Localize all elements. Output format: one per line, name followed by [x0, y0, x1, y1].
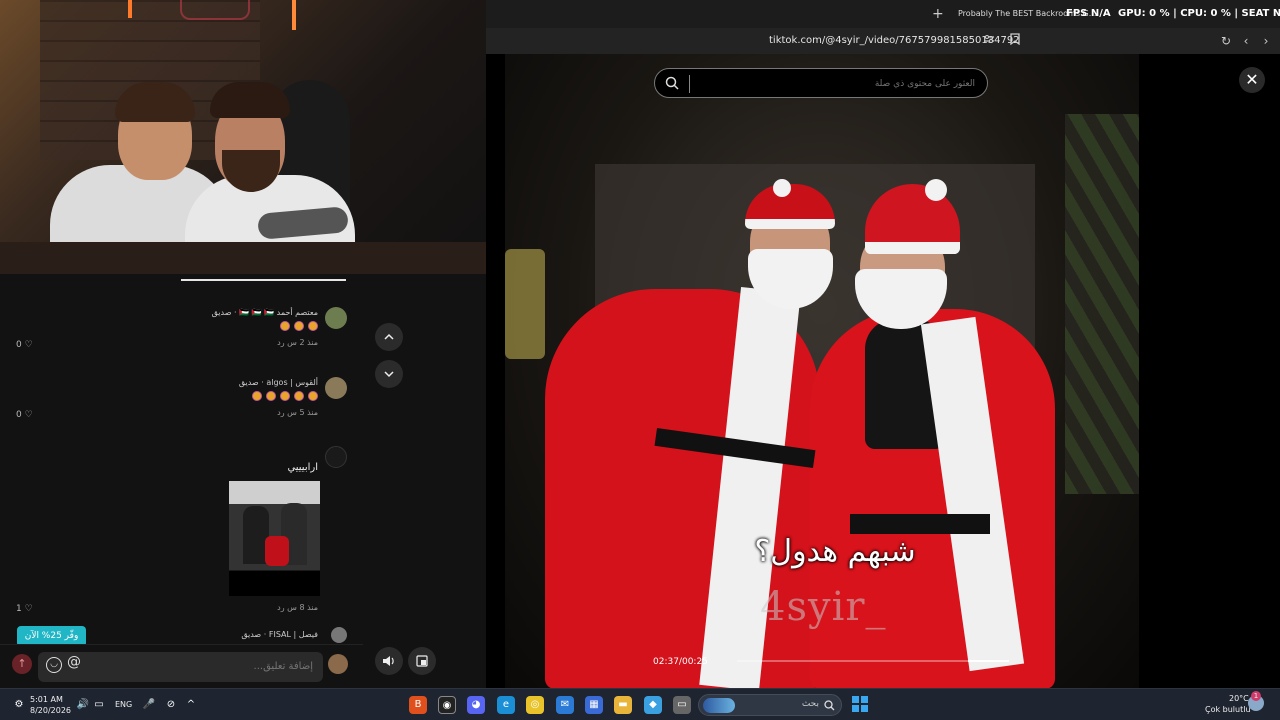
clock-date[interactable]: 8/20/2026 [30, 706, 71, 715]
weather-temp[interactable]: 20°C [1229, 694, 1249, 703]
avatar[interactable] [325, 446, 347, 468]
discord-icon[interactable]: ◕ [467, 696, 485, 714]
close-icon[interactable]: ✕ [1239, 67, 1265, 93]
edge-icon[interactable]: e [497, 696, 515, 714]
tab-underline [181, 279, 346, 281]
reload-icon[interactable]: ↻ [1218, 33, 1234, 49]
search-icon[interactable] [665, 76, 679, 90]
notification-badge[interactable]: 1 [1251, 691, 1261, 701]
picture-in-picture-icon[interactable] [408, 647, 436, 675]
taskbar: ⚙ 5:01 AM 8/20/2026 🔊 ▭ ENG 🎤 ⊘ ^ B ◉ ◕ … [0, 688, 1280, 720]
weather-desc[interactable]: Çok bulutlu [1205, 705, 1251, 714]
bookmark-icon[interactable] [1007, 33, 1023, 49]
network-icon[interactable]: ▭ [90, 696, 108, 714]
comment-author[interactable]: ألقوس | algos · صديق [239, 378, 318, 387]
app-icon[interactable]: ◉ [438, 696, 456, 714]
microphone-icon[interactable]: 🎤 [140, 696, 158, 714]
emoji-icon[interactable]: ◡ [46, 657, 62, 673]
video-watermark: 4syir_ [760, 584, 887, 630]
video-progress-fill [968, 660, 1009, 662]
video-caption: شبهم هدول؟ [754, 534, 916, 569]
settings-icon[interactable]: ⚙ [10, 696, 28, 714]
comment-input-bar: ↑ ◡ @ [0, 644, 363, 688]
fps-counter: FPS N/A [1066, 8, 1111, 19]
mail-icon[interactable]: ✉ [556, 696, 574, 714]
store-icon[interactable]: ▦ [585, 696, 603, 714]
mention-icon[interactable]: @ [67, 654, 81, 670]
brave-icon[interactable]: B [409, 696, 427, 714]
video-nav-column [363, 274, 486, 688]
clock-time[interactable]: 5:01 AM [30, 695, 63, 704]
comment-text [276, 321, 318, 332]
chevron-up-icon[interactable]: ^ [182, 696, 200, 714]
taskbar-search[interactable]: بحث [698, 694, 842, 716]
forward-icon[interactable]: › [1258, 33, 1274, 49]
wifi-off-icon[interactable]: ⊘ [162, 696, 180, 714]
comment-likes[interactable]: 0 ♡ [16, 410, 33, 420]
send-icon[interactable]: ↑ [12, 654, 32, 674]
back-icon[interactable]: ‹ [1238, 33, 1254, 49]
gpu-cpu-readout: GPU: 0 % | CPU: 0 % | SEAT N/A [1118, 8, 1280, 19]
address-bar: tiktok.com/@4syir_/video/767579981585013… [486, 28, 1280, 54]
chevron-down-icon[interactable] [375, 360, 403, 388]
comment-meta[interactable]: منذ 5 س رد [277, 408, 318, 417]
video-progress-bar[interactable] [737, 660, 1009, 662]
comment-meta[interactable]: منذ 2 س رد [277, 338, 318, 347]
chevron-up-icon[interactable] [375, 323, 403, 351]
language-indicator[interactable]: ENG [115, 700, 132, 709]
volume-icon[interactable] [375, 647, 403, 675]
chrome-icon[interactable]: ◎ [526, 696, 544, 714]
app-icon[interactable]: ▭ [673, 696, 691, 714]
video-frame[interactable]: شبهم هدول؟ 4syir_ 02:37/00:25 [505, 54, 1139, 688]
comment-likes[interactable]: 1 ♡ [16, 604, 33, 614]
windows-start-icon[interactable] [851, 696, 869, 714]
tiktok-search-box[interactable] [654, 68, 988, 98]
new-tab-button[interactable]: + [932, 6, 944, 22]
folder-icon[interactable]: ▬ [614, 696, 632, 714]
comment-text: ارابيييي [287, 462, 318, 473]
video-player[interactable]: شبهم هدول؟ 4syir_ 02:37/00:25 ✕ [486, 54, 1280, 688]
search-icon [824, 700, 835, 711]
video-timecode: 02:37/00:25 [653, 657, 708, 667]
avatar[interactable] [331, 627, 347, 643]
search-input[interactable] [695, 73, 975, 95]
browser-tab-strip: + Probably The BEST Backrooms G... FPS N… [486, 0, 1280, 28]
comment-text [248, 391, 318, 402]
app-icon[interactable]: ◆ [644, 696, 662, 714]
comment-author[interactable]: معتصم أحمد 🇵🇸 🇵🇸 🇵🇸 · صديق [212, 308, 318, 317]
avatar[interactable] [325, 377, 347, 399]
taskbar-search-label: بحث [801, 699, 819, 709]
comment-image[interactable] [229, 481, 320, 596]
comment-author[interactable]: فيصل | FISAL · صديق [241, 630, 318, 639]
site-settings-icon[interactable] [981, 33, 997, 49]
avatar[interactable] [325, 307, 347, 329]
comment-likes[interactable]: 0 ♡ [16, 340, 33, 350]
avatar[interactable] [328, 654, 348, 674]
comment-meta[interactable]: منذ 8 س رد [277, 603, 318, 612]
webcam-overlay [0, 0, 486, 274]
